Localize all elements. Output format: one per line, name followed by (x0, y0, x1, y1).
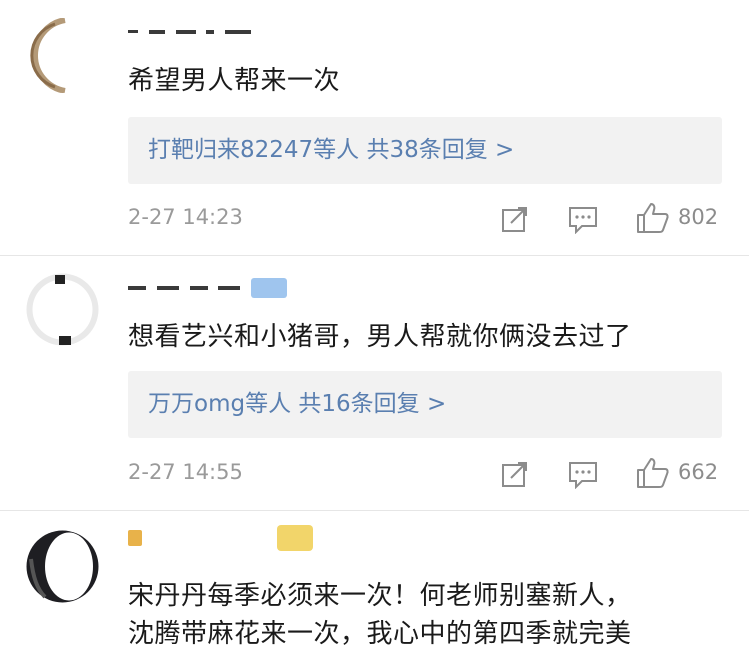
replies-box[interactable]: 万万omg等人 共16条回复 > (128, 371, 722, 438)
share-icon[interactable] (500, 459, 530, 489)
like-count: 662 (678, 460, 719, 484)
avatar[interactable] (25, 272, 100, 347)
timestamp: 2-27 14:23 (128, 205, 243, 229)
badge-icon (251, 278, 288, 298)
comment-text: 希望男人帮来一次 (128, 66, 341, 96)
avatar-image (26, 18, 99, 93)
timestamp: 2-27 14:55 (128, 460, 243, 484)
like-count: 802 (678, 205, 719, 229)
comment-item: 希望男人帮来一次 打靶归来82247等人 共38条回复 > 2-27 14:23… (0, 0, 749, 255)
username[interactable] (128, 525, 313, 551)
vip-badge-icon (276, 525, 313, 551)
like-icon[interactable] (636, 201, 670, 235)
share-icon[interactable] (500, 204, 530, 234)
replies-link[interactable]: 万万omg等人 共16条回复 > (148, 387, 446, 421)
level-icon (128, 530, 142, 546)
comment-item: 想看艺兴和小猪哥，男人帮就你俩没去过了 万万omg等人 共16条回复 > 2-2… (0, 256, 749, 511)
avatar-image (26, 530, 99, 603)
avatar-image (26, 273, 99, 346)
username[interactable] (128, 278, 288, 300)
comment-item: 宋丹丹每季必须来一次！何老师别塞新人， 沈腾带麻花来一次，我心中的第四季就完美 (0, 511, 749, 655)
comment-icon[interactable] (568, 206, 598, 234)
comment-text: 宋丹丹每季必须来一次！何老师别塞新人， (128, 581, 632, 611)
comment-icon[interactable] (568, 461, 598, 489)
like-icon[interactable] (636, 456, 670, 490)
replies-link[interactable]: 打靶归来82247等人 共38条回复 > (148, 133, 514, 167)
replies-box[interactable]: 打靶归来82247等人 共38条回复 > (128, 117, 722, 184)
avatar[interactable] (25, 529, 100, 604)
comment-text: 沈腾带麻花来一次，我心中的第四季就完美 (128, 619, 632, 649)
username[interactable] (128, 22, 257, 44)
avatar[interactable] (25, 18, 100, 93)
comment-text: 想看艺兴和小猪哥，男人帮就你俩没去过了 (128, 322, 632, 352)
